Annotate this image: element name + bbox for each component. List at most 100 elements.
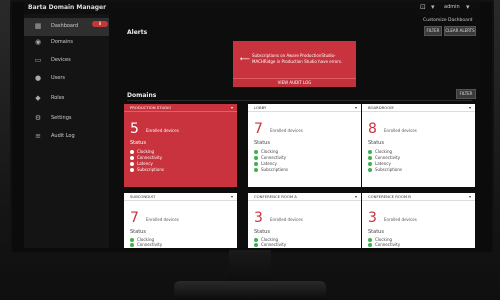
status-dot-icon <box>130 156 134 160</box>
sidebar-item-label: Devices <box>51 57 71 63</box>
status-dot-icon <box>254 168 258 172</box>
gear-icon: ⚙ <box>34 114 42 122</box>
enrolled-count: 3 <box>254 210 263 226</box>
domain-card[interactable]: CONFERENCE ROOM A ▾ 3 Enrolled devices S… <box>248 193 361 248</box>
chevron-down-icon[interactable]: ▾ <box>431 3 435 11</box>
sidebar-item-users[interactable]: ● Users <box>24 70 109 88</box>
status-dot-icon <box>130 168 134 172</box>
sidebar-item-label: Dashboard <box>51 23 79 29</box>
status-item: Connectivity <box>254 155 286 160</box>
alert-count-badge: 8 <box>92 21 108 27</box>
card-header: CONFERENCE ROOM A ▾ <box>248 193 361 201</box>
sidebar-item-label: Settings <box>51 115 72 121</box>
app-title: Barta Domain Manager <box>28 4 107 11</box>
domain-card[interactable]: LOBBY ▾ 7 Enrolled devices Status Clocki… <box>248 104 361 187</box>
sidebar-item-roles[interactable]: ◆ Roles <box>24 90 109 108</box>
card-header: CONFERENCE ROOM B ▾ <box>362 193 475 201</box>
enrolled-count: 7 <box>130 210 139 226</box>
domain-name: BOARDROOM <box>368 105 394 110</box>
status-item: Subscriptions <box>130 167 164 172</box>
divider <box>127 100 472 101</box>
status-item: Clocking <box>254 149 278 154</box>
enrolled-count: 5 <box>130 121 139 137</box>
roles-icon: ◆ <box>35 94 41 102</box>
help-icon[interactable]: ⊡ <box>420 3 426 11</box>
enrolled-count: 8 <box>368 121 377 137</box>
status-item: Subscriptions <box>254 167 288 172</box>
sidebar-item-settings[interactable]: ⚙ Settings <box>24 110 109 128</box>
domain-name: CONFERENCE ROOM B <box>368 194 411 199</box>
status-label: Status <box>254 229 270 235</box>
enrolled-count: 7 <box>254 121 263 137</box>
chevron-down-icon[interactable]: ▾ <box>231 193 233 200</box>
domain-name: LOBBY <box>254 105 267 110</box>
alerts-filter-button[interactable]: FILTER <box>424 26 442 36</box>
status-item: Connectivity <box>368 155 400 160</box>
domains-filter-button[interactable]: FILTER <box>456 89 476 99</box>
screen: Barta Domain Manager ⊡ ▾ admin ▾ ▦ Dashb… <box>24 2 480 248</box>
status-label: Status <box>130 229 146 235</box>
card-header: LOBBY ▾ <box>248 104 361 112</box>
sidebar-item-devices[interactable]: ▭ Devices <box>24 52 109 70</box>
status-item: Clocking <box>130 149 154 154</box>
chevron-down-icon[interactable]: ▾ <box>355 104 357 111</box>
status-dot-icon <box>368 162 372 166</box>
status-dot-icon <box>254 150 258 154</box>
status-dot-icon <box>368 156 372 160</box>
chevron-down-icon[interactable]: ▾ <box>231 104 233 111</box>
status-dot-icon <box>130 243 134 247</box>
status-label: Status <box>130 140 146 146</box>
alerts-title: Alerts <box>127 29 148 36</box>
alert-card: ⟵ Subscriptions on Aware ProductionStudi… <box>233 41 356 87</box>
chevron-down-icon[interactable]: ▾ <box>355 193 357 200</box>
status-item: Latency <box>254 161 277 166</box>
domain-card[interactable]: SUBCONDUIT ▾ 7 Enrolled devices Status C… <box>124 193 237 248</box>
user-chevron-icon[interactable]: ▾ <box>466 3 470 11</box>
globe-icon: ◉ <box>34 38 42 46</box>
alert-message: Subscriptions on Aware ProductionStudio-… <box>252 53 343 64</box>
domain-name: PRODUCTION STUDIO <box>130 105 172 110</box>
status-label: Status <box>368 140 384 146</box>
card-header: SUBCONDUIT ▾ <box>124 193 237 201</box>
dashboard-icon: ▦ <box>34 22 42 30</box>
status-dot-icon <box>130 162 134 166</box>
status-item: Clocking <box>368 149 392 154</box>
status-item: Latency <box>130 161 153 166</box>
sidebar-item-audit-log[interactable]: ≡ Audit Log <box>24 128 109 146</box>
status-dot-icon <box>254 156 258 160</box>
status-dot-icon <box>254 162 258 166</box>
status-label: Status <box>254 140 270 146</box>
domain-card[interactable]: BOARDROOM ▾ 8 Enrolled devices Status Cl… <box>362 104 475 187</box>
chevron-down-icon[interactable]: ▾ <box>469 193 471 200</box>
status-dot-icon <box>368 150 372 154</box>
customize-dashboard-link[interactable]: Customize Dashboard <box>423 18 472 23</box>
domain-card[interactable]: CONFERENCE ROOM B ▾ 3 Enrolled devices S… <box>362 193 475 248</box>
status-dot-icon <box>130 150 134 154</box>
device-icon: ▭ <box>34 56 42 64</box>
domain-card[interactable]: PRODUCTION STUDIO ▾ 5 Enrolled devices S… <box>124 104 237 187</box>
status-item: Connectivity <box>368 242 400 247</box>
view-audit-log-button[interactable]: VIEW AUDIT LOG <box>233 78 356 87</box>
status-item: Latency <box>368 161 391 166</box>
card-header: PRODUCTION STUDIO ▾ <box>124 104 237 112</box>
sidebar-item-domains[interactable]: ◉ Domains <box>24 34 109 52</box>
status-dot-icon <box>254 243 258 247</box>
sidebar-item-label: Roles <box>51 95 65 101</box>
log-icon: ≡ <box>35 132 41 140</box>
enrolled-label: Enrolled devices <box>270 217 303 222</box>
status-label: Status <box>368 229 384 235</box>
card-header: BOARDROOM ▾ <box>362 104 475 112</box>
status-item: Connectivity <box>254 242 286 247</box>
user-menu[interactable]: admin <box>444 4 460 10</box>
enrolled-label: Enrolled devices <box>146 128 179 133</box>
sidebar: ▦ Dashboard 8 ◉ Domains ▭ Devices ● User… <box>24 14 109 248</box>
monitor-stand-neck <box>229 250 271 283</box>
status-item: Connectivity <box>130 155 162 160</box>
sidebar-item-label: Domains <box>51 39 74 45</box>
enrolled-label: Enrolled devices <box>384 128 417 133</box>
enrolled-label: Enrolled devices <box>270 128 303 133</box>
chevron-down-icon[interactable]: ▾ <box>469 104 471 111</box>
clear-alerts-button[interactable]: CLEAR ALERTS <box>444 26 476 36</box>
sidebar-item-label: Users <box>51 75 66 81</box>
enrolled-count: 3 <box>368 210 377 226</box>
